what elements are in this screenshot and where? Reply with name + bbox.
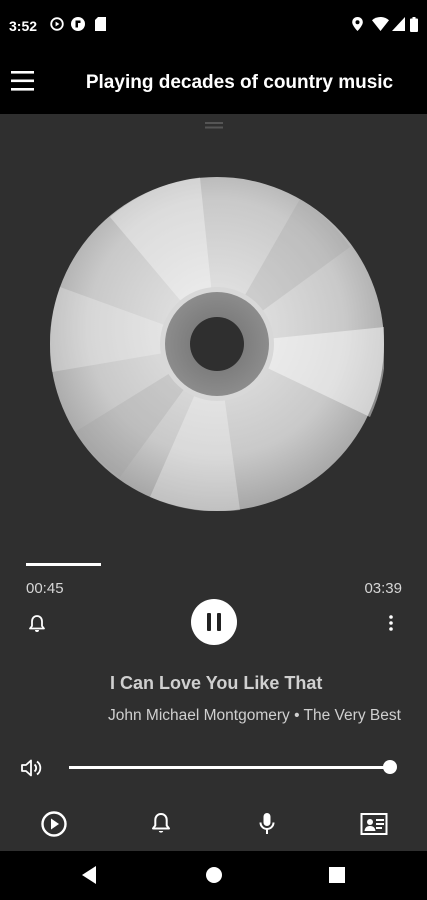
signal-icon	[392, 17, 405, 31]
status-time: 3:52	[9, 18, 38, 34]
sd-card-icon	[95, 17, 106, 31]
volume-icon[interactable]	[20, 757, 44, 779]
pause-bar-right	[217, 613, 221, 631]
contact-card-icon[interactable]	[360, 810, 388, 838]
progress-fill	[26, 563, 101, 566]
system-nav-bar	[0, 851, 427, 900]
battery-icon	[410, 17, 418, 32]
cd-disc-artwork	[50, 177, 384, 511]
hamburger-menu-icon[interactable]	[10, 68, 36, 94]
pause-button[interactable]	[191, 599, 237, 645]
progress-bar[interactable]	[26, 563, 401, 566]
total-duration: 03:39	[364, 580, 402, 597]
drag-handle[interactable]	[205, 122, 223, 129]
bell-icon[interactable]	[147, 810, 175, 838]
back-icon[interactable]	[81, 865, 97, 885]
alarm-bell-icon[interactable]	[28, 614, 46, 633]
track-title: I Can Love You Like That	[110, 673, 323, 693]
flipboard-icon	[71, 17, 85, 31]
home-icon[interactable]	[205, 866, 223, 884]
status-bar: 3:52	[0, 0, 427, 52]
volume-slider[interactable]	[69, 766, 390, 769]
location-icon	[352, 17, 363, 31]
wifi-icon	[372, 17, 389, 31]
recents-icon[interactable]	[329, 867, 345, 883]
page-title: Playing decades of country music	[85, 72, 394, 93]
track-artist-album: John Michael Montgomery • The Very Best	[108, 707, 401, 724]
volume-slider-thumb[interactable]	[383, 760, 397, 774]
play-circle-icon[interactable]	[40, 810, 68, 838]
elapsed-time: 00:45	[26, 580, 64, 597]
app-bar: Playing decades of country music	[0, 52, 427, 114]
microphone-icon[interactable]	[253, 810, 281, 838]
player-panel: 00:45 03:39 I Can Love You Like That Joh…	[0, 114, 427, 851]
play-circle-icon	[50, 17, 64, 31]
pause-bar-left	[207, 613, 211, 631]
more-options-icon[interactable]	[386, 614, 396, 632]
